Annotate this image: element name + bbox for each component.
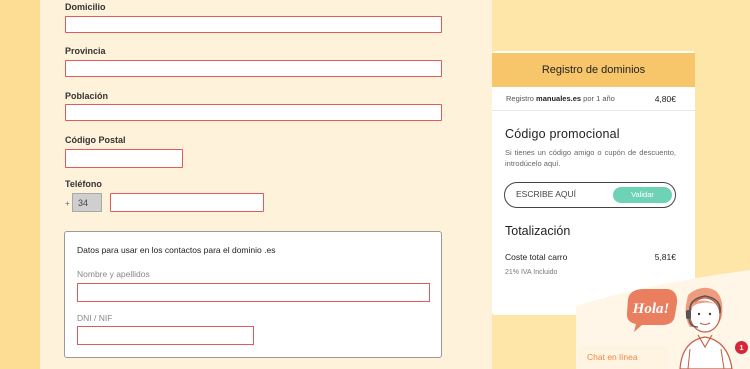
cart-line-prefix: Registro [506,94,534,103]
nombre-input[interactable] [77,283,430,302]
provincia-input[interactable] [65,60,442,77]
domain-contact-box: Datos para usar en los contactos para el… [64,231,442,358]
svg-text:Hola!: Hola! [632,301,670,317]
validar-button[interactable]: Validar [613,187,672,203]
address-form: Domicilio Provincia Población Código Pos… [40,0,492,369]
cart-line-domain: manuales.es [536,94,582,103]
promo-title: Código promocional [505,127,620,141]
poblacion-label: Población [65,91,109,101]
cart-line-item: Registro manuales.es por 1 año [506,94,615,103]
poblacion-input[interactable] [65,104,442,121]
cart-header: Registro de dominios [492,53,695,87]
promo-code-field: Validar [504,182,676,208]
hola-speech-bubble: Hola! [626,289,678,332]
dni-input[interactable] [77,326,254,345]
cart-divider [492,110,695,111]
provincia-label: Provincia [65,46,106,56]
promo-code-input[interactable] [516,189,606,199]
contact-box-title: Datos para usar en los contactos para el… [77,245,276,255]
promo-description: Si tienes un código amigo o cupón de des… [505,148,676,168]
phone-country-prefix: 34 [72,193,102,212]
nombre-label: Nombre y apellidos [77,269,150,279]
codigo-postal-label: Código Postal [65,135,126,145]
domicilio-label: Domicilio [65,2,106,12]
telefono-input[interactable] [110,193,264,212]
chat-agent-avatar[interactable]: Hola! [620,283,740,369]
cart-line-suffix: por 1 año [583,94,615,103]
iva-note: 21% IVA Incluido [505,269,558,276]
chat-notification-badge: 1 [735,341,748,354]
telefono-label: Teléfono [65,179,102,189]
totals-title: Totalización [505,224,571,238]
phone-plus-sign: + [65,199,70,208]
total-label: Coste total carro [505,252,568,262]
total-value: 5,81€ [654,252,676,262]
codigo-postal-input[interactable] [65,149,183,168]
dni-label: DNI / NIF [77,313,113,323]
cart-line-price: 4,80€ [654,94,676,104]
domicilio-input[interactable] [65,16,442,33]
page-background-left [0,0,40,369]
